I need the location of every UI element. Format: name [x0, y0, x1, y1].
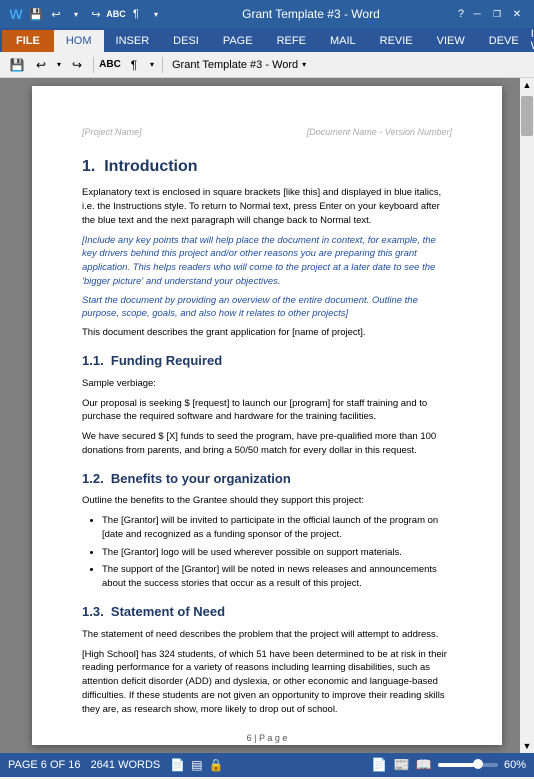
document-page: [Project Name] [Document Name - Version …: [32, 86, 502, 745]
page-number: 6 | P a g e: [247, 733, 288, 743]
title-text: Grant Template #3 - Word: [164, 7, 458, 21]
section-1-2-heading: 1.2. Benefits to your organization: [82, 470, 452, 489]
section-1-1-heading: 1.1. Funding Required: [82, 352, 452, 371]
document-title-text: Grant Template #3 - Word: [172, 59, 298, 71]
benefit-item-2: The [Grantor] logo will be used wherever…: [102, 546, 452, 560]
tab-view[interactable]: VIEW: [425, 30, 477, 52]
toolbar-undo-btn[interactable]: ↩: [30, 54, 52, 76]
spell-tb-icon[interactable]: ABC: [108, 6, 124, 22]
scroll-thumb[interactable]: [521, 96, 533, 136]
format-tb-icon[interactable]: ¶: [128, 6, 144, 22]
funding-para-2: We have secured $ [X] funds to seed the …: [82, 430, 452, 458]
benefit-item-1: The [Grantor] will be invited to partici…: [102, 514, 452, 542]
intro-body-3-italic: Start the document by providing an overv…: [82, 294, 452, 322]
vertical-scrollbar[interactable]: ▲ ▼: [520, 78, 534, 753]
tab-insert[interactable]: INSER: [104, 30, 162, 52]
view-icon-web[interactable]: 📰: [394, 757, 410, 773]
quick-access-toolbar: 💾 ↩ ▾ ↪ ABC ¶ ▾ Grant Template #3 - Word…: [0, 52, 534, 78]
dropdown-arrow: ▾: [302, 60, 306, 69]
toolbar-undo-dropdown[interactable]: ▾: [54, 54, 64, 76]
tab-home[interactable]: HOM: [54, 30, 104, 52]
page-header: [Project Name] [Document Name - Version …: [82, 126, 452, 139]
benefits-bullets: The [Grantor] will be invited to partici…: [102, 514, 452, 591]
word-count-label: 2641 WORDS: [91, 759, 161, 771]
tab-page-layout[interactable]: PAGE: [211, 30, 265, 52]
redo-tb-icon[interactable]: ↪: [88, 6, 104, 22]
zoom-handle[interactable]: [473, 759, 483, 769]
funding-para-1: Our proposal is seeking $ [request] to l…: [82, 397, 452, 425]
zoom-slider[interactable]: [438, 763, 498, 767]
view-icon-print[interactable]: 📄: [371, 757, 387, 773]
scroll-up-arrow[interactable]: ▲: [520, 78, 534, 92]
status-right-area: 📄 📰 📖 60%: [371, 757, 526, 773]
toolbar-separator-1: [93, 57, 94, 73]
view-icon-read[interactable]: 📖: [416, 757, 432, 773]
section-1-title: Introduction: [104, 158, 197, 175]
main-content-area: [Project Name] [Document Name - Version …: [0, 78, 534, 753]
section-1-3-number: 1.3.: [82, 604, 104, 619]
save-tb-icon[interactable]: 💾: [28, 6, 44, 22]
tab-developer[interactable]: DEVE: [477, 30, 531, 52]
tab-review[interactable]: REVIE: [368, 30, 425, 52]
section-1-3-heading: 1.3. Statement of Need: [82, 603, 452, 622]
ribbon-tabs: FILE HOM INSER DESI PAGE REFE MAIL REVIE…: [0, 28, 534, 52]
statement-para-2: [High School] has 324 students, of which…: [82, 648, 452, 717]
status-icon-3[interactable]: 🔒: [209, 758, 224, 772]
tab-file[interactable]: FILE: [2, 30, 54, 52]
toolbar-spell-btn[interactable]: ABC: [99, 54, 121, 76]
format-dropdown[interactable]: ▾: [148, 6, 164, 22]
document-title-dropdown[interactable]: Grant Template #3 - Word ▾: [168, 57, 310, 73]
funding-sample-label: Sample verbiage:: [82, 377, 452, 391]
section-1-number: 1.: [82, 158, 95, 175]
tab-references[interactable]: REFE: [265, 30, 318, 52]
ribbon: FILE HOM INSER DESI PAGE REFE MAIL REVIE…: [0, 28, 534, 52]
header-doc-version: [Document Name - Version Number]: [307, 126, 452, 139]
page-footer: 6 | P a g e: [82, 732, 452, 745]
toolbar-format-btn[interactable]: ¶: [123, 54, 145, 76]
section-1-3-title: Statement of Need: [111, 604, 225, 619]
status-icon-1[interactable]: 📄: [170, 758, 185, 772]
undo-arrow: ▾: [68, 6, 84, 22]
title-bar-app-icons: W 💾 ↩ ▾ ↪ ABC ¶ ▾: [8, 6, 164, 22]
close-button[interactable]: ✕: [508, 6, 526, 22]
toolbar-save-btn[interactable]: 💾: [6, 54, 28, 76]
intro-body-2-italic: [Include any key points that will help p…: [82, 234, 452, 289]
toolbar-format-dropdown[interactable]: ▾: [147, 54, 157, 76]
help-icon[interactable]: ?: [458, 8, 464, 20]
word-icon: W: [8, 6, 24, 22]
zoom-fill: [438, 763, 474, 767]
benefits-intro: Outline the benefits to the Grantee shou…: [82, 494, 452, 508]
tab-design[interactable]: DESI: [161, 30, 211, 52]
title-controls: ─ ❐ ✕: [468, 6, 526, 22]
toolbar-separator-2: [162, 57, 163, 73]
intro-body-1: Explanatory text is enclosed in square b…: [82, 186, 452, 227]
statement-para-1: The statement of need describes the prob…: [82, 628, 452, 642]
undo-tb-icon[interactable]: ↩: [48, 6, 64, 22]
header-project-name: [Project Name]: [82, 126, 142, 139]
section-1-heading: 1. Introduction: [82, 155, 452, 178]
section-1-1-number: 1.1.: [82, 353, 104, 368]
section-1-2-number: 1.2.: [82, 471, 104, 486]
section-1-2-title: Benefits to your organization: [111, 471, 291, 486]
scroll-down-arrow[interactable]: ▼: [520, 739, 534, 753]
section-1-1-title: Funding Required: [111, 353, 222, 368]
intro-body-4: This document describes the grant applic…: [82, 326, 452, 340]
tab-mail[interactable]: MAIL: [318, 30, 368, 52]
page-count-label: PAGE 6 OF 16: [8, 759, 81, 771]
restore-button[interactable]: ❐: [488, 6, 506, 22]
benefit-item-3: The support of the [Grantor] will be not…: [102, 563, 452, 591]
status-icons: 📄 ▤ 🔒: [170, 758, 223, 772]
status-icon-2[interactable]: ▤: [191, 758, 202, 772]
title-bar: W 💾 ↩ ▾ ↪ ABC ¶ ▾ Grant Template #3 - Wo…: [0, 0, 534, 28]
toolbar-redo-btn[interactable]: ↪: [66, 54, 88, 76]
zoom-percent[interactable]: 60%: [504, 759, 526, 771]
status-bar: PAGE 6 OF 16 2641 WORDS 📄 ▤ 🔒 📄 📰 📖 60%: [0, 753, 534, 777]
minimize-button[interactable]: ─: [468, 6, 486, 22]
